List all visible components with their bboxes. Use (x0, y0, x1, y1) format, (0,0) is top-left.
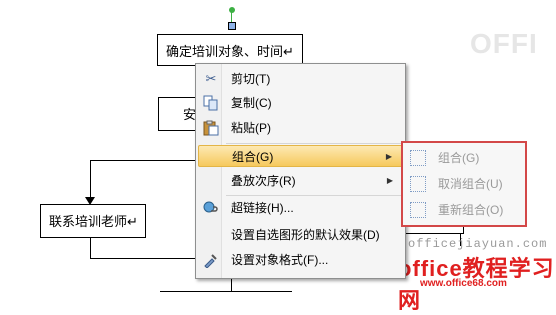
connector (90, 160, 91, 202)
group-icon (410, 150, 426, 166)
scissors-icon: ✂ (205, 71, 217, 86)
menu-item-label: 超链接(H)... (231, 201, 294, 215)
hyperlink-icon (203, 200, 219, 216)
menu-item-label: 叠放次序(R) (231, 174, 296, 188)
menu-item-format-object[interactable]: 设置对象格式(F)... (198, 249, 403, 271)
submenu-arrow-icon: ▶ (386, 176, 393, 185)
submenu-item-regroup[interactable]: 重新组合(O) (405, 198, 523, 222)
submenu-item-group[interactable]: 组合(G) (405, 146, 523, 170)
connector (160, 291, 292, 292)
menu-item-label: 粘贴(P) (231, 121, 271, 135)
watermark-top: OFFI (470, 28, 538, 59)
watermark-url: www.office68.com (420, 278, 507, 289)
menu-separator (226, 195, 401, 196)
menu-item-paste[interactable]: 粘贴(P) (198, 117, 403, 139)
flow-box-label: 联系培训老师↵ (49, 214, 138, 229)
context-menu: ✂ 剪切(T) 复制(C) 粘贴(P) 组合(G) ▶ 叠放次序(R) ▶ 超链… (195, 63, 406, 279)
resize-handle[interactable] (228, 22, 236, 30)
connector (90, 160, 196, 161)
flow-box-label: 确定培训对象、时间↵ (166, 44, 294, 59)
menu-item-label: 设置对象格式(F)... (231, 253, 329, 267)
rotate-handle[interactable] (229, 7, 235, 13)
submenu-item-label: 取消组合(U) (438, 177, 503, 191)
menu-item-group[interactable]: 组合(G) ▶ (198, 145, 403, 167)
watermark-site: officejiayuan.com (408, 237, 548, 251)
regroup-icon (410, 202, 426, 218)
group-submenu: 组合(G) 取消组合(U) 重新组合(O) (401, 141, 527, 227)
ungroup-icon (410, 176, 426, 192)
submenu-item-label: 重新组合(O) (438, 203, 504, 217)
submenu-arrow-icon: ▶ (385, 152, 392, 161)
format-object-icon (203, 252, 219, 269)
menu-item-cut[interactable]: ✂ 剪切(T) (198, 68, 403, 90)
menu-item-label: 组合(G) (232, 150, 274, 164)
menu-item-hyperlink[interactable]: 超链接(H)... (198, 197, 403, 219)
menu-item-label: 设置自选图形的默认效果(D) (231, 228, 380, 242)
menu-item-label: 复制(C) (231, 96, 272, 110)
connector (90, 258, 196, 259)
menu-item-label: 剪切(T) (231, 72, 271, 86)
menu-item-default-effect[interactable]: 设置自选图形的默认效果(D) (198, 224, 403, 246)
flow-box-determine-target[interactable]: 确定培训对象、时间↵ (157, 34, 303, 66)
connector (90, 238, 91, 258)
paste-icon (203, 120, 219, 136)
submenu-item-label: 组合(G) (438, 151, 480, 165)
menu-separator (226, 143, 401, 144)
menu-item-order[interactable]: 叠放次序(R) ▶ (198, 170, 403, 192)
submenu-item-ungroup[interactable]: 取消组合(U) (405, 172, 523, 196)
menu-item-copy[interactable]: 复制(C) (198, 92, 403, 114)
flow-box-contact-teacher[interactable]: 联系培训老师↵ (40, 204, 146, 238)
connector (231, 279, 232, 291)
copy-icon (203, 95, 219, 111)
